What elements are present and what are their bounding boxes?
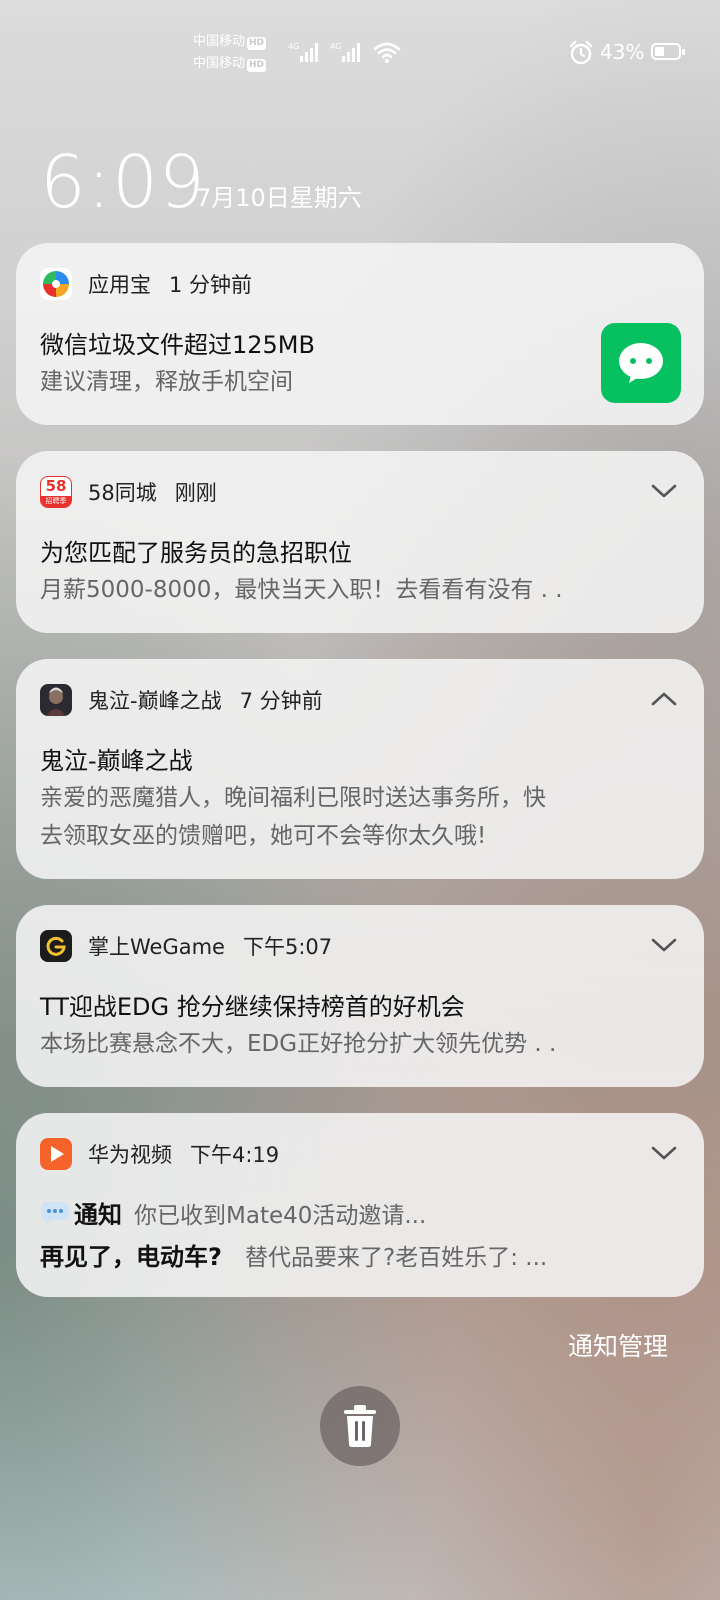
notification-header: 鬼泣-巅峰之战 7 分钟前 xyxy=(40,683,323,717)
net-type-1: 4G xyxy=(288,42,299,51)
battery-percent: 43% xyxy=(600,40,645,64)
app-name: 58同城 xyxy=(88,481,157,505)
notification-card-huawei-video[interactable]: 华为视频 下午4:19 通知 你已收到Mate40活动邀请... 再见了，电动车… xyxy=(16,1113,704,1297)
notification-label: 再见了，电动车? xyxy=(40,1243,222,1271)
hd-badge: HD xyxy=(247,37,267,50)
battery-nub xyxy=(682,49,685,55)
chevron-down-icon[interactable] xyxy=(650,933,678,957)
alarm-icon xyxy=(569,40,593,65)
huawei-video-icon xyxy=(40,1138,72,1170)
hd-badge: HD xyxy=(247,59,267,72)
wegame-icon xyxy=(40,930,72,962)
chevron-up-icon[interactable] xyxy=(650,687,678,711)
carrier-2-label: 中国移动 xyxy=(193,56,246,71)
notification-time: 下午4:19 xyxy=(190,1143,280,1167)
notification-title: 为您匹配了服务员的急招职位 xyxy=(40,539,352,567)
notification-card-devilmaycry[interactable]: 鬼泣-巅峰之战 7 分钟前 鬼泣-巅峰之战 亲爱的恶魔猎人，晚间福利已限时送达事… xyxy=(16,659,704,879)
notification-body: 月薪5000-8000，最快当天入职！去看看有没有 . . xyxy=(40,577,563,603)
58tongcheng-icon: 58 招聘季 xyxy=(40,476,72,508)
notification-header: 应用宝 1 分钟前 xyxy=(40,267,252,301)
notification-header: 华为视频 下午4:19 xyxy=(40,1137,279,1171)
wechat-icon xyxy=(601,323,681,403)
notification-time: 刚刚 xyxy=(174,481,217,505)
notification-time: 1 分钟前 xyxy=(169,273,253,297)
battery-fill xyxy=(655,47,664,56)
notification-title: 微信垃圾文件超过125MB xyxy=(40,331,315,359)
notification-title: TT迎战EDG 抢分继续保持榜首的好机会 xyxy=(40,993,465,1021)
notification-body-line1: 亲爱的恶魔猎人，晚间福利已限时送达事务所，快 xyxy=(40,785,546,811)
notification-card-wegame[interactable]: 掌上WeGame 下午5:07 TT迎战EDG 抢分继续保持榜首的好机会 本场比… xyxy=(16,905,704,1087)
notification-time: 下午5:07 xyxy=(242,935,333,959)
devil-may-cry-icon xyxy=(40,684,72,716)
status-bar: 中国移动 HD 中国移动 HD 4G 4G 43% xyxy=(0,0,720,90)
notification-header: 掌上WeGame 下午5:07 xyxy=(40,929,332,963)
lockscreen-date: 7月10日星期六 xyxy=(196,184,362,212)
net-type-2: 4G xyxy=(330,42,341,51)
chevron-down-icon[interactable] xyxy=(650,1141,678,1165)
notification-text: 替代品要来了?老百姓乐了: ... xyxy=(245,1245,548,1271)
carrier-2: 中国移动 HD xyxy=(193,56,267,72)
notification-body: 本场比赛悬念不大，EDG正好抢分扩大领先优势 . . xyxy=(40,1031,557,1057)
chevron-down-icon[interactable] xyxy=(650,479,678,503)
signal-icon: 4G xyxy=(288,42,318,62)
yingyongbao-icon xyxy=(40,268,72,300)
battery-icon xyxy=(651,43,685,60)
signal-icon: 4G xyxy=(330,42,360,62)
notification-card-yingyongbao[interactable]: 应用宝 1 分钟前 微信垃圾文件超过125MB 建议清理，释放手机空间 xyxy=(16,243,704,425)
notification-line-2: 再见了，电动车? 替代品要来了?老百姓乐了: ... xyxy=(40,1237,547,1272)
message-bubble-icon xyxy=(41,1201,69,1225)
notification-body-line2: 去领取女巫的馈赠吧，她可不会等你太久哦! xyxy=(40,823,487,849)
notification-label: 通知 xyxy=(74,1201,122,1229)
carrier-1-label: 中国移动 xyxy=(193,34,246,49)
notification-body: 建议清理，释放手机空间 xyxy=(40,369,293,395)
clear-all-button[interactable] xyxy=(320,1386,400,1466)
notification-card-58[interactable]: 58 招聘季 58同城 刚刚 为您匹配了服务员的急招职位 月薪5000-8000… xyxy=(16,451,704,633)
wifi-icon xyxy=(373,42,401,63)
app-name: 华为视频 xyxy=(88,1143,172,1167)
notification-time: 7 分钟前 xyxy=(239,689,323,713)
app-name: 应用宝 xyxy=(88,273,151,297)
notification-title: 鬼泣-巅峰之战 xyxy=(40,747,193,775)
lockscreen-time: 6:09 xyxy=(40,140,206,224)
carrier-1: 中国移动 HD xyxy=(193,34,267,50)
notification-text: 你已收到Mate40活动邀请... xyxy=(134,1202,427,1229)
notification-manage-button[interactable]: 通知管理 xyxy=(568,1327,668,1363)
icon-58-subtext: 招聘季 xyxy=(41,496,71,507)
app-name: 鬼泣-巅峰之战 xyxy=(88,689,222,713)
notification-line-1: 通知 你已收到Mate40活动邀请... xyxy=(40,1195,426,1230)
app-name: 掌上WeGame xyxy=(88,935,225,959)
notification-header: 58 招聘季 58同城 刚刚 xyxy=(40,475,217,509)
trash-icon xyxy=(344,1405,376,1447)
icon-58-text: 58 xyxy=(45,477,67,495)
